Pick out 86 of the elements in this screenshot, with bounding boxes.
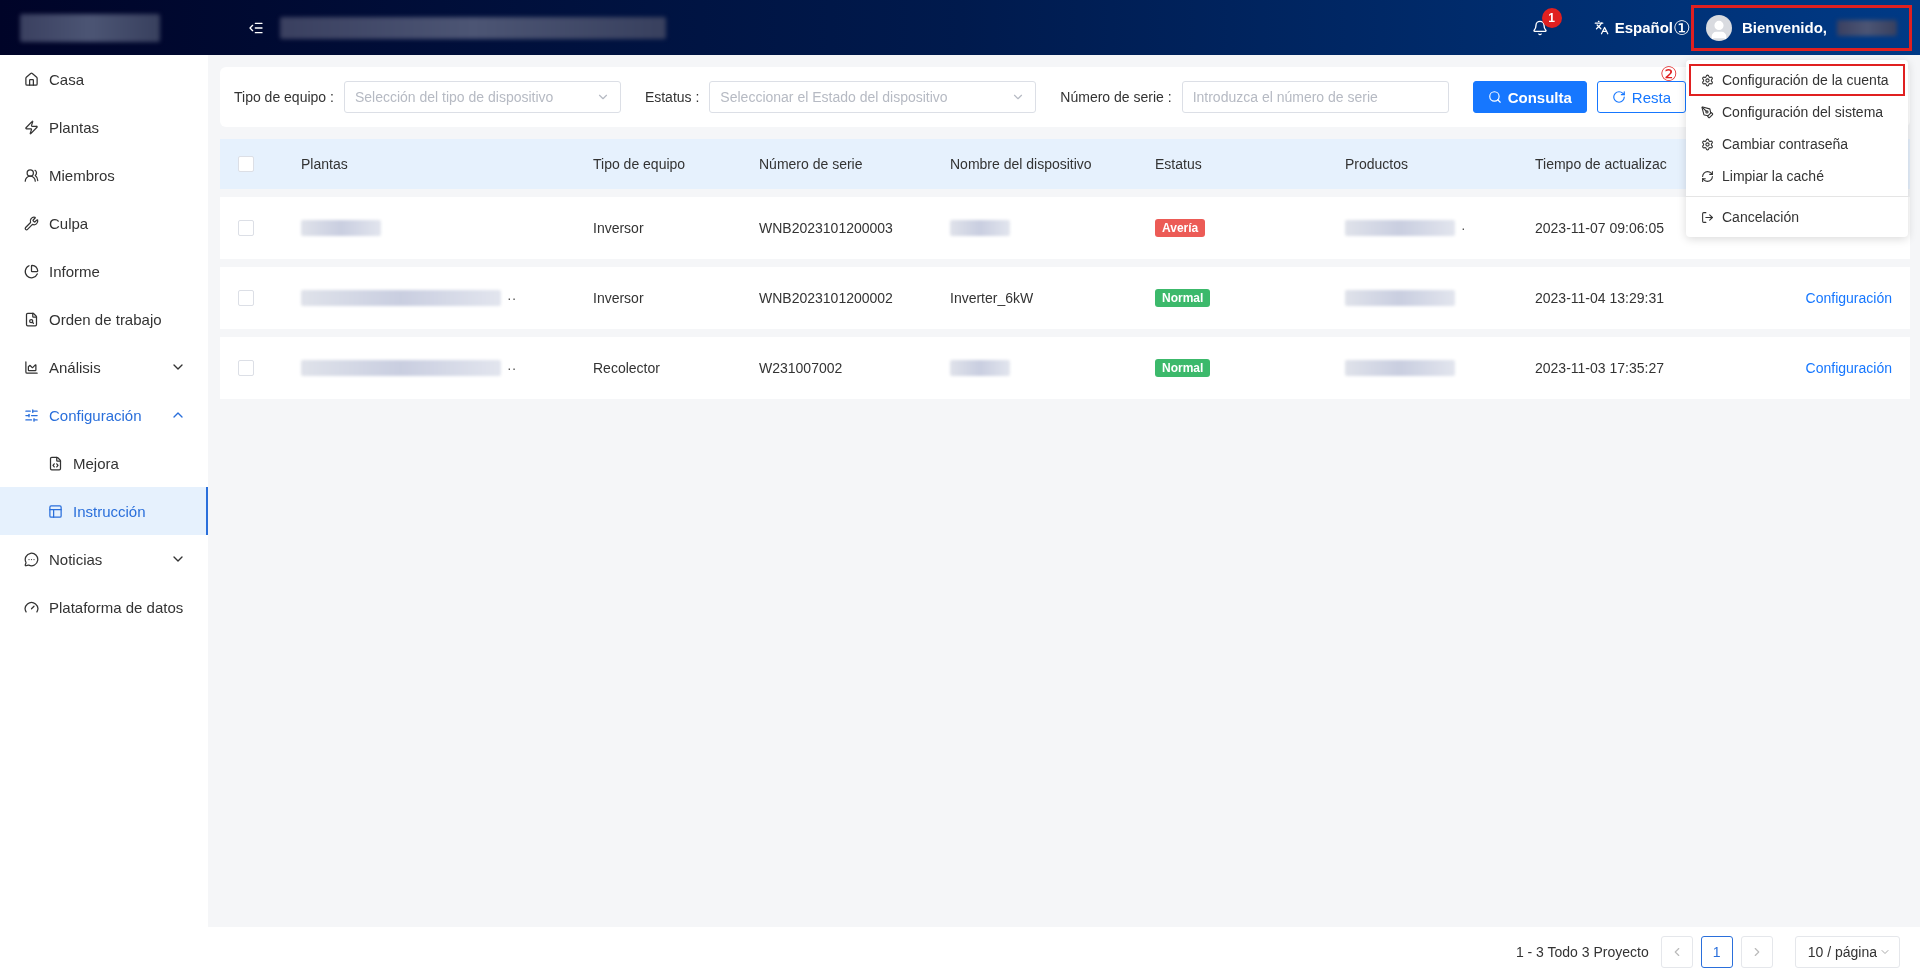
people-icon (24, 167, 39, 183)
sliders-icon (24, 407, 39, 423)
notification-badge: 1 (1541, 7, 1562, 28)
avatar-icon (1706, 14, 1732, 41)
ellipsis-text: ·· (507, 290, 517, 306)
table-cell: W231007002 (759, 360, 843, 376)
status-tag: Normal (1155, 359, 1211, 377)
search-icon (1487, 90, 1502, 104)
language-selector[interactable]: Español (1614, 19, 1674, 36)
ellipsis-text: · (1461, 220, 1466, 236)
table-cell: Inversor (593, 220, 644, 236)
filter-label: Estatus : (644, 89, 700, 105)
area-chart-icon (24, 359, 39, 375)
refresh-icon (1611, 90, 1626, 104)
select-all-checkbox[interactable] (238, 156, 254, 172)
menu-item[interactable]: Cancelación (1689, 201, 1905, 233)
page-button[interactable]: 1 (1700, 936, 1733, 968)
sidebar-item[interactable]: Culpa (0, 199, 208, 247)
sidebar-item[interactable]: Plantas (0, 103, 208, 151)
pagination-summary: 1 - 3 Todo 3 Proyecto (1515, 944, 1649, 960)
reset-button[interactable]: Resta (1596, 81, 1686, 113)
search-button[interactable]: Consulta (1472, 81, 1587, 113)
bell-icon[interactable] (1531, 19, 1548, 36)
table-cell: 2023-11-04 13:29:31 (1535, 290, 1664, 306)
next-page-button[interactable] (1740, 936, 1773, 968)
previous-page-button[interactable] (1660, 936, 1693, 968)
annotation-marker: ① (1673, 17, 1691, 38)
page-size-select[interactable]: 10 / página (1794, 936, 1900, 968)
lightning-icon (24, 119, 39, 135)
column-header: Número de serie (759, 156, 863, 172)
sidebar-item[interactable]: Casa (0, 55, 208, 103)
row-checkbox[interactable] (238, 220, 254, 236)
pie-chart-icon (24, 263, 39, 279)
language-icon[interactable] (1593, 20, 1609, 35)
chat-icon (24, 551, 39, 567)
column-header: Plantas (301, 156, 348, 172)
logout-icon (1701, 210, 1714, 224)
document-icon (48, 455, 63, 471)
home-icon (24, 71, 39, 87)
pen-icon (1701, 105, 1714, 119)
row-checkbox[interactable] (238, 290, 254, 306)
menu-item[interactable]: Cambiar contraseña (1689, 128, 1905, 160)
document-search-icon (24, 311, 39, 327)
configure-link[interactable]: Configuración (1805, 360, 1892, 376)
status-tag: Avería (1155, 219, 1206, 237)
table-cell: Recolector (593, 360, 660, 376)
filter-label: Tipo de equipo : (234, 89, 334, 105)
column-header: Nombre del dispositivo (950, 156, 1092, 172)
layout-icon (48, 503, 63, 519)
menu-item[interactable]: Limpiar la caché (1689, 160, 1905, 192)
table-cell: 2023-11-07 09:06:05 (1535, 220, 1664, 236)
ellipsis-text: ·· (507, 360, 517, 376)
filter-label: Número de serie : (1060, 89, 1172, 105)
table-cell: Inverter_6kW (950, 290, 1034, 306)
column-header: Productos (1345, 156, 1409, 172)
table-cell: Inversor (593, 290, 644, 306)
sidebar-item[interactable]: Noticias (0, 535, 208, 583)
redacted-device (950, 220, 1010, 236)
user-menu[interactable]: Bienvenido, (1691, 4, 1912, 51)
settings-icon (1701, 137, 1714, 151)
sidebar-item[interactable]: Análisis (0, 343, 208, 391)
column-header: Estatus (1155, 156, 1202, 172)
welcome-text: Bienvenido, (1742, 19, 1827, 36)
settings-icon (1701, 73, 1714, 87)
sidebar-subitem[interactable]: Instrucción (0, 487, 208, 535)
wrench-icon (24, 215, 39, 231)
row-checkbox[interactable] (238, 360, 254, 376)
table-cell: WNB2023101200003 (759, 220, 893, 236)
sidebar-item[interactable]: Orden de trabajo (0, 295, 208, 343)
redacted-device (950, 360, 1010, 376)
sidebar-subitem[interactable]: Mejora (0, 439, 208, 487)
sidebar-item[interactable]: Configuración (0, 391, 208, 439)
table-cell: 2023-11-03 17:35:27 (1535, 360, 1664, 376)
configure-link[interactable]: Configuración (1805, 290, 1892, 306)
table-cell: WNB2023101200002 (759, 290, 893, 306)
sidebar-item[interactable]: Informe (0, 247, 208, 295)
status-tag: Normal (1155, 289, 1211, 307)
sidebar-item[interactable]: Miembros (0, 151, 208, 199)
menu-item[interactable]: Configuración de la cuenta (1689, 64, 1905, 96)
menu-item[interactable]: Configuración del sistema (1689, 96, 1905, 128)
gauge-icon (24, 599, 39, 615)
refresh-icon (1701, 169, 1714, 183)
column-header: Tipo de equipo (593, 156, 686, 172)
column-header: Tiempo de actualizac (1535, 156, 1667, 172)
sidebar-item[interactable]: Plataforma de datos (0, 583, 208, 631)
redacted-username (1837, 19, 1897, 36)
